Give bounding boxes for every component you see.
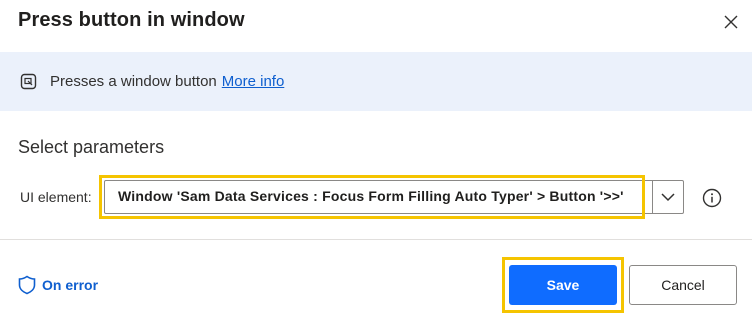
info-bar: Presses a window button More info: [0, 52, 752, 111]
info-text: Presses a window button More info: [50, 73, 284, 90]
more-info-link[interactable]: More info: [222, 73, 285, 90]
select-divider: [652, 180, 653, 214]
dialog-title: Press button in window: [18, 9, 245, 31]
ui-element-highlight: [99, 175, 645, 219]
chevron-down-icon[interactable]: [659, 188, 677, 206]
section-title: Select parameters: [18, 137, 165, 157]
info-description: Presses a window button: [50, 73, 217, 90]
ui-element-label: UI element:: [20, 189, 92, 205]
window-action-icon: [20, 73, 37, 90]
footer-divider: [0, 239, 752, 240]
save-button[interactable]: Save: [509, 265, 617, 305]
on-error-button[interactable]: On error: [18, 275, 98, 295]
close-button[interactable]: [720, 11, 742, 33]
info-circle-icon[interactable]: [702, 188, 722, 208]
shield-icon: [18, 275, 36, 295]
close-icon: [724, 15, 738, 29]
on-error-label: On error: [42, 277, 99, 293]
cancel-button[interactable]: Cancel: [629, 265, 737, 305]
press-button-dialog: Press button in window Presses a window …: [0, 0, 752, 319]
